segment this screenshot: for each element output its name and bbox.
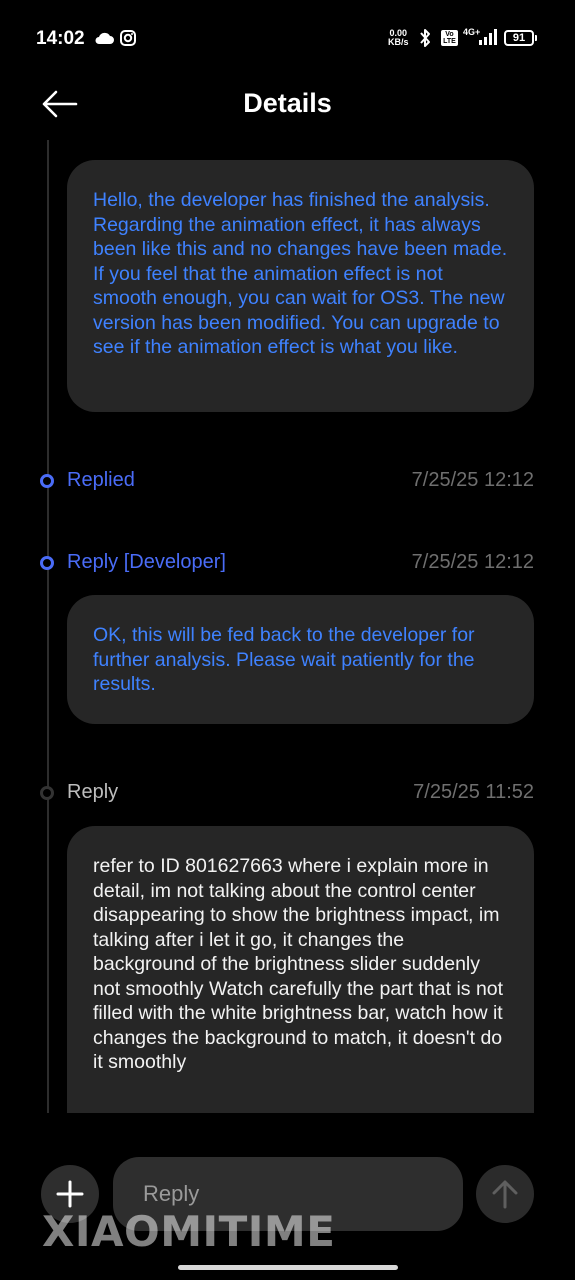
page-title: Details — [243, 88, 332, 118]
arrow-up-icon — [492, 1180, 518, 1209]
network-type: 4G+ — [463, 27, 480, 37]
event-label: Reply — [67, 781, 119, 803]
event-label: Reply [Developer] — [67, 551, 226, 573]
instagram-icon — [120, 30, 136, 51]
header: Details — [0, 72, 575, 136]
screen: 14:02 0.00 KB/s Vo LTE 4G+ 91 Details He… — [0, 0, 575, 1280]
developer-message-bubble: OK, this will be fed back to the develop… — [67, 595, 534, 724]
timeline-line — [47, 140, 49, 1140]
battery-indicator: 91 — [504, 30, 537, 46]
timeline-event-developer-reply: Reply [Developer] 7/25/25 12:12 — [0, 548, 575, 578]
event-timestamp: 7/25/25 12:12 — [411, 469, 534, 491]
network-speed-unit: KB/s — [388, 37, 409, 47]
network-speed: 0.00 KB/s — [388, 29, 409, 47]
event-timestamp: 7/25/25 12:12 — [411, 551, 534, 573]
timeline-event-replied: Replied 7/25/25 12:12 — [0, 466, 575, 496]
timeline-dot — [40, 786, 54, 800]
message-text: Hello, the developer has finished the an… — [93, 189, 508, 358]
cloud-icon — [94, 31, 114, 50]
event-label: Replied — [67, 469, 135, 491]
developer-message-bubble: Hello, the developer has finished the an… — [67, 160, 534, 412]
message-text: OK, this will be fed back to the develop… — [93, 624, 475, 695]
send-button[interactable] — [476, 1165, 534, 1223]
bluetooth-icon — [418, 28, 432, 53]
status-time: 14:02 — [36, 28, 85, 49]
timeline-dot — [40, 474, 54, 488]
event-timestamp: 7/25/25 11:52 — [413, 781, 534, 803]
timeline-event-user-reply: Reply 7/25/25 11:52 — [0, 778, 575, 808]
timeline-dot — [40, 556, 54, 570]
home-indicator[interactable] — [178, 1265, 398, 1270]
status-bar: 14:02 0.00 KB/s Vo LTE 4G+ 91 — [0, 0, 575, 72]
watermark: XIAOMITIME — [42, 1207, 336, 1256]
signal-icon: 4G+ — [463, 27, 499, 52]
volte-icon: Vo LTE — [441, 30, 458, 46]
message-text: refer to ID 801627663 where i explain mo… — [93, 855, 504, 1073]
user-message-bubble: refer to ID 801627663 where i explain mo… — [67, 826, 534, 1126]
